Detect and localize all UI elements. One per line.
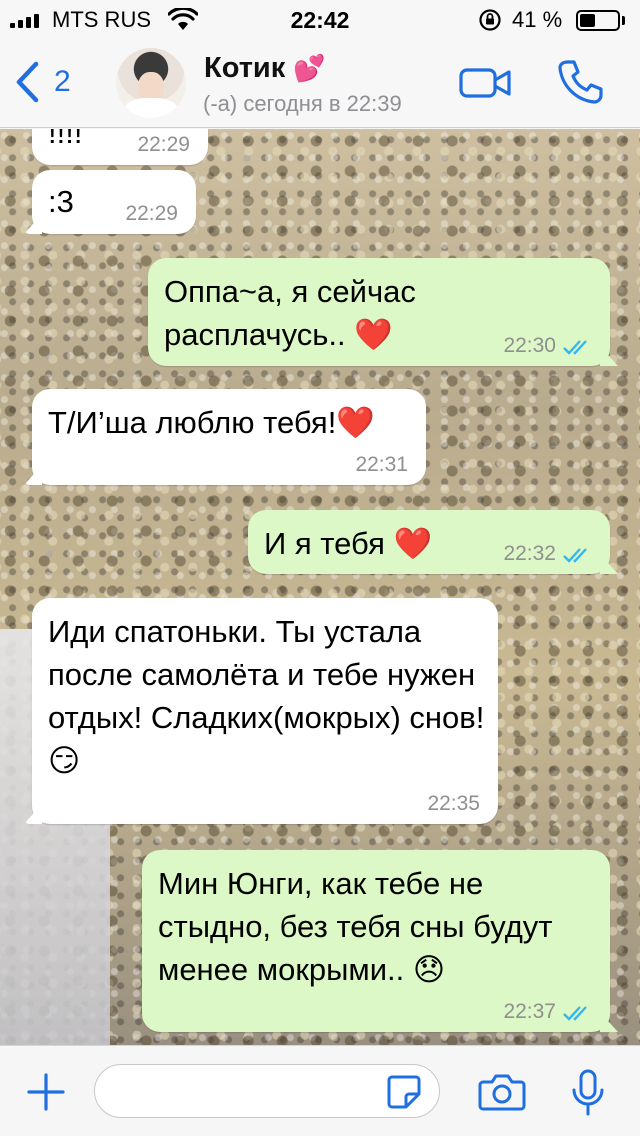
message-text: Оппа~а, я сейчас расплачусь.. ❤️ (164, 274, 416, 352)
contact-name-text: Котик (204, 52, 286, 84)
voice-call-button[interactable] (556, 58, 604, 106)
message-time: 22:30 (503, 334, 556, 357)
message-time: 22:35 (427, 792, 480, 815)
message-text: Иди спатоньки. Ты устала после самолёта … (48, 614, 485, 778)
camera-button[interactable] (478, 1072, 526, 1112)
rotation-lock-icon (479, 9, 501, 31)
contact-name[interactable]: Котик 💕 (204, 52, 326, 85)
message-time: 22:31 (355, 453, 408, 476)
read-receipt-icon (563, 548, 587, 563)
read-receipt-icon (563, 340, 587, 355)
microphone-button[interactable] (570, 1068, 606, 1118)
camera-icon (478, 1074, 526, 1111)
video-call-button[interactable] (458, 64, 512, 102)
message-time: 22:32 (503, 542, 556, 565)
battery-level (580, 14, 595, 27)
message-time: 22:37 (503, 1000, 556, 1023)
phone-icon (558, 60, 603, 104)
message-text: Т/И’ша люблю тебя!❤️ (48, 405, 375, 440)
message-bubble[interactable]: Оппа~а, я сейчас расплачусь.. ❤️ 22:30 (148, 258, 618, 366)
message-bubble[interactable]: !!!! 22:29 (32, 129, 208, 165)
last-seen-status: (-а) сегодня в 22:39 (203, 91, 402, 116)
message-time: 22:29 (125, 202, 178, 225)
message-text: !!!! (48, 129, 83, 150)
battery-percent: 41 % (512, 7, 563, 32)
message-text: Мин Юнги, как тебе не стыдно, без тебя с… (158, 866, 553, 987)
read-receipt-icon (563, 1006, 587, 1021)
plus-icon (27, 1073, 65, 1111)
unread-count: 2 (54, 65, 71, 98)
status-bar: MTS RUS 22:42 41 % (0, 0, 640, 40)
chevron-left-icon (16, 61, 39, 103)
message-time: 22:29 (137, 133, 190, 156)
attach-button[interactable] (26, 1072, 66, 1112)
message-bubble[interactable]: Иди спатоньки. Ты устала после самолёта … (24, 598, 498, 824)
compose-bar (0, 1045, 640, 1136)
message-text: :3 (48, 184, 74, 219)
message-bubble[interactable]: Т/И’ша люблю тебя!❤️ 22:31 (24, 389, 426, 485)
chat-area[interactable]: !!!! 22:29 :3 22:29 Оппа~а, я сейчас рас… (0, 129, 640, 1045)
microphone-icon (572, 1069, 604, 1116)
sticker-button[interactable] (386, 1074, 422, 1110)
message-bubble[interactable]: Мин Юнги, как тебе не стыдно, без тебя с… (142, 850, 618, 1032)
chat-header: 2 Котик 💕 (-а) сегодня в 22:39 (0, 40, 640, 128)
two-hearts-icon: 💕 (293, 53, 326, 84)
video-camera-icon (459, 68, 511, 98)
avatar[interactable] (116, 48, 186, 118)
battery-tip (622, 16, 625, 25)
message-bubble[interactable]: :3 22:29 (24, 170, 196, 234)
back-button[interactable]: 2 (14, 60, 71, 104)
message-bubble[interactable]: И я тебя ❤️ 22:32 (248, 510, 618, 574)
sticker-icon (387, 1075, 421, 1109)
battery-icon (576, 10, 620, 31)
